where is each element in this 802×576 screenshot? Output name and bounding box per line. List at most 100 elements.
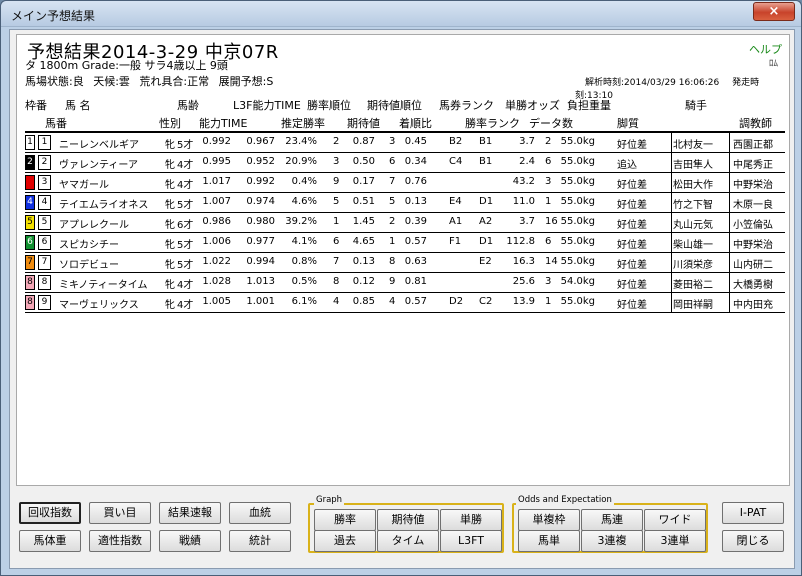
cell-exp-rank: 4: [389, 296, 396, 307]
cell-trainer: 中内田充: [733, 300, 773, 311]
cell-data: 14: [545, 256, 558, 267]
body-weight-button[interactable]: 馬体重: [19, 530, 81, 552]
column-separator: [729, 153, 730, 173]
header-data-count: データ数: [529, 117, 573, 130]
cell-rate: 4.1%: [291, 236, 317, 247]
cell-win-rank: A2: [479, 216, 493, 227]
table-row[interactable]: 8 9 マーヴェリックス 牝 4才 1.005 1.001 6.1% 4 0.85 4 0.57 D2 C…: [17, 293, 791, 313]
table-row[interactable]: 2 2 ヴァレンティーア 牝 4才 0.995 0.952 20.9% 3 0.50 6 0.34 C4…: [17, 153, 791, 173]
cell-l3f: 1.013: [246, 276, 275, 287]
column-separator: [729, 233, 730, 253]
cell-exp: 0.87: [352, 136, 375, 147]
cell-leg: 好位差: [617, 240, 647, 251]
record-button[interactable]: 戦績: [159, 530, 221, 552]
results-panel: 予想結果2014-3-29 中京07R ヘルプ ﾛﾑ タ 1800m Grade…: [16, 34, 790, 486]
results-button[interactable]: 結果速報: [159, 502, 221, 524]
main-window: メイン予想結果 × 予想結果2014-3-29 中京07R ヘルプ ﾛﾑ タ 1…: [0, 0, 802, 576]
cell-odds: 112.8: [506, 236, 535, 247]
table-row[interactable]: 4 4 テイエムライオネス 牝 5才 1.007 0.974 4.6% 5 0.51 5 0.13 E4…: [17, 193, 791, 213]
header-sex: 性別: [159, 117, 181, 130]
aptitude-button[interactable]: 適性指数: [89, 530, 151, 552]
column-separator: [729, 133, 730, 153]
cell-leg: 追込: [617, 160, 637, 171]
close-icon[interactable]: ×: [753, 2, 795, 21]
kaime-button[interactable]: 買い目: [89, 502, 151, 524]
cell-sex: 牝: [165, 260, 175, 271]
stats-button[interactable]: 統計: [229, 530, 291, 552]
cell-jockey: 丸山元気: [673, 220, 713, 231]
umaban-number: 8: [38, 275, 51, 290]
column-separator: [671, 273, 672, 293]
odds-umatan-button[interactable]: 馬単: [518, 530, 580, 552]
analysis-time: 解析時刻:2014/03/29 16:06:26: [585, 78, 720, 88]
cell-rate-rank: 6: [333, 236, 340, 247]
cell-name: マーヴェリックス: [59, 300, 139, 311]
cell-exp-rank: 3: [389, 136, 396, 147]
cell-rate: 0.5%: [291, 276, 317, 287]
cell-l3f: 0.980: [246, 216, 275, 227]
column-separator: [671, 293, 672, 313]
cell-exp-rank: 8: [389, 256, 396, 267]
cell-ticket: A1: [449, 216, 463, 227]
table-row[interactable]: 7 7 ソロデビュー牝 5才 1.022 0.994 0.8% 7 0.13 8 0.63 E2 16.…: [17, 253, 791, 273]
odds-tan-fuku-waku-button[interactable]: 単複枠: [518, 509, 580, 531]
waku-number: 1: [25, 135, 35, 150]
odds-group-label: Odds and Expectation: [516, 495, 614, 505]
bloodline-button[interactable]: 血統: [229, 502, 291, 524]
table-row[interactable]: 8 8 ミキノティータイム牝 4才 1.028 1.013 0.5% 8 0.12 9 0.81 25…: [17, 273, 791, 293]
cell-sex: 牝: [165, 140, 175, 151]
cell-name: ミキノティータイム: [59, 280, 148, 291]
help-small-icon: ﾛﾑ: [769, 59, 779, 69]
cell-finish: 0.76: [404, 176, 427, 187]
cell-leg: 好位差: [617, 200, 647, 211]
header-win-rank: 勝率ランク: [465, 117, 520, 130]
cell-exp-rank: 6: [389, 156, 396, 167]
cell-name: アプレレクール: [59, 220, 129, 231]
table-row[interactable]: 1 1 ニーレンベルギア 牝 5才 0.992 0.967 23.4% 2 0.87 3 0.45 B2…: [17, 133, 791, 153]
odds-sanrentan-button[interactable]: 3連単: [644, 530, 706, 552]
cell-rate-rank: 9: [333, 176, 340, 187]
cell-ability: 0.986: [202, 216, 231, 227]
cell-data: 1: [545, 296, 552, 307]
odds-sanrenpuku-button[interactable]: 3連複: [581, 530, 643, 552]
cell-name: ヴァレンティーア: [59, 160, 138, 171]
table-row[interactable]: 3 3 ヤマガール牝 4才 1.017 0.992 0.4% 9 0.17 7 0.76 43.2 3 5…: [17, 173, 791, 193]
graph-win-rate-button[interactable]: 勝率: [314, 509, 376, 531]
cell-finish: 0.57: [404, 236, 427, 247]
header-odds: 単勝オッズ: [505, 99, 560, 112]
table-row[interactable]: 6 6 スピカシチー牝 5才 1.006 0.977 4.1% 6 4.65 1 0.57 F1 D1 1…: [17, 233, 791, 253]
cell-sex: 牝: [165, 160, 175, 171]
cell-ability: 1.006: [202, 236, 231, 247]
cell-leg: 好位差: [617, 180, 647, 191]
cell-data: 6: [545, 236, 552, 247]
cell-ability: 1.005: [202, 296, 231, 307]
graph-win-button[interactable]: 単勝: [440, 509, 502, 531]
table-row[interactable]: 5 5 アプレレクール 牝 6才 0.986 0.980 39.2% 1 1.45 2 0.39 A1 A…: [17, 213, 791, 233]
cell-weight: 55.0kg: [560, 176, 595, 187]
cell-sex: 牝: [165, 240, 175, 251]
graph-expectation-button[interactable]: 期待値: [377, 509, 439, 531]
help-link[interactable]: ヘルプ: [749, 41, 782, 57]
recovery-index-button[interactable]: 回収指数: [19, 502, 81, 524]
ipat-button[interactable]: I-PAT: [722, 502, 784, 524]
column-separator: [671, 213, 672, 233]
cell-data: 3: [545, 276, 552, 287]
cell-ability: 1.028: [202, 276, 231, 287]
close-button[interactable]: 閉じる: [722, 530, 784, 552]
title-bar[interactable]: メイン予想結果 ×: [1, 1, 801, 27]
cell-exp: 0.50: [352, 156, 375, 167]
cell-trainer: 西園正都: [733, 140, 773, 151]
cell-ability: 0.992: [202, 136, 231, 147]
cell-ticket: B2: [449, 136, 463, 147]
cell-odds: 43.2: [512, 176, 535, 187]
odds-wide-button[interactable]: ワイド: [644, 509, 706, 531]
graph-time-button[interactable]: タイム: [377, 530, 439, 552]
cell-trainer: 小笠倫弘: [733, 220, 773, 231]
column-separator: [729, 293, 730, 313]
graph-l3ft-button[interactable]: L3FT: [440, 530, 502, 552]
cell-name: ヤマガール: [59, 180, 109, 191]
race-conditions: 馬場状態:良 天候:雲 荒れ具合:正常 展開予想:S: [25, 75, 274, 88]
odds-umaren-button[interactable]: 馬連: [581, 509, 643, 531]
cell-exp-rank: 9: [389, 276, 396, 287]
graph-past-button[interactable]: 過去: [314, 530, 376, 552]
